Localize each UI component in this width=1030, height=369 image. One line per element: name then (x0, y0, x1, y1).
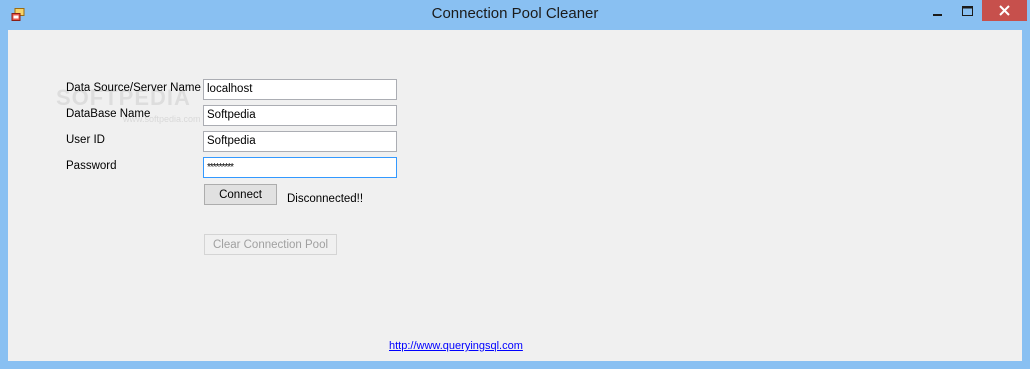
close-icon (999, 5, 1010, 16)
form-area: SOFTPEDIA www.softpedia.com Data Source/… (8, 30, 1022, 361)
user-id-label: User ID (66, 134, 105, 146)
clear-connection-pool-button[interactable]: Clear Connection Pool (204, 234, 337, 255)
minimize-icon (933, 13, 942, 16)
server-name-input[interactable] (203, 79, 397, 100)
close-button[interactable] (982, 0, 1027, 21)
password-input[interactable] (203, 157, 397, 178)
connect-button[interactable]: Connect (204, 184, 277, 205)
website-link[interactable]: http://www.queryingsql.com (389, 340, 523, 352)
maximize-icon (961, 5, 973, 16)
window-title: Connection Pool Cleaner (431, 5, 599, 22)
maximize-button[interactable] (954, 0, 980, 21)
server-name-label: Data Source/Server Name (66, 82, 201, 94)
database-name-input[interactable] (203, 105, 397, 126)
user-id-input[interactable] (203, 131, 397, 152)
minimize-button[interactable] (925, 0, 951, 21)
connection-status: Disconnected!! (287, 193, 364, 205)
database-name-label: DataBase Name (66, 108, 151, 120)
password-label: Password (66, 160, 117, 172)
title-bar[interactable]: Connection Pool Cleaner (0, 0, 1030, 30)
